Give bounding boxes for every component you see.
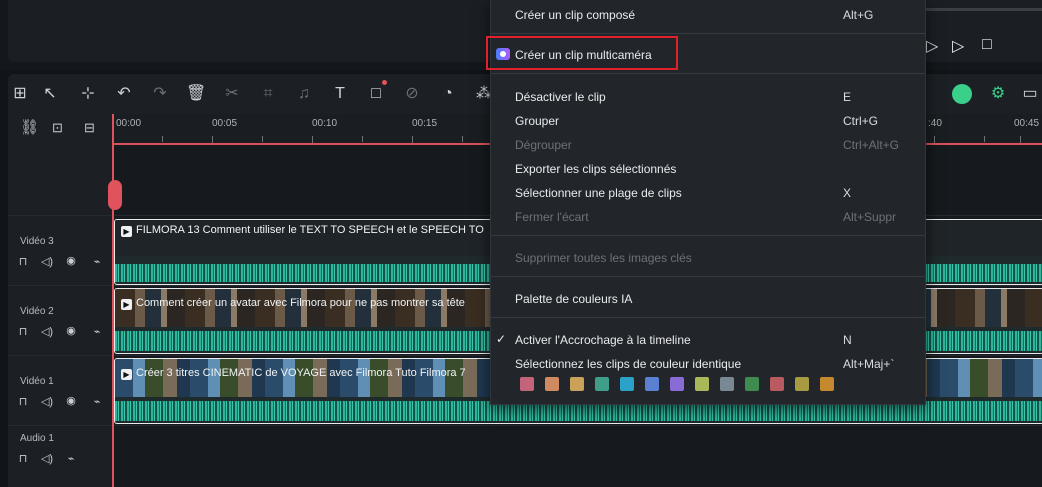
ruler-label: :40 [928,118,942,129]
color-swatch[interactable] [545,377,559,391]
notification-dot [382,80,387,85]
check-icon: ✓ [496,332,507,346]
lock-icon[interactable]: ⊓ [16,325,30,338]
redo-icon[interactable]: ↷ [150,84,170,104]
crop-icon[interactable]: ⌗ [258,84,278,104]
mute-icon[interactable]: ◁) [40,452,54,465]
ruler-label: 00:05 [212,118,238,129]
lock-icon[interactable]: ⊓ [16,452,30,465]
menu-item-disable-clip[interactable]: Désactiver le clip [515,90,606,104]
color-swatch[interactable] [820,377,834,391]
clip-title: ▶ Comment créer un avatar avec Filmora po… [121,297,465,310]
unlink-icon[interactable]: ⛓ [20,118,39,136]
shortcut: Alt+G [843,8,874,22]
speed-icon[interactable]: ◔ [438,84,458,104]
track-label-video-3: Vidéo 3 [20,236,54,247]
track-audio-1 [112,426,1042,487]
track-options-icon[interactable]: ⌁ [90,255,104,268]
menu-item-ai-palette[interactable]: Palette de couleurs IA [515,292,632,306]
track-label-video-1: Vidéo 1 [20,376,54,387]
menu-item-select-range[interactable]: Sélectionner une plage de clips [515,186,682,200]
delete-icon[interactable]: 🗑 [186,84,206,104]
text-icon[interactable]: T [330,84,350,104]
clip-title: ▶ Créer 3 titres CINEMATIC de VOYAGE avec… [121,367,466,380]
shortcut: Alt+Suppr [843,210,897,224]
menu-item-group[interactable]: Grouper [515,114,559,128]
eye-icon[interactable]: ◉ [64,394,78,407]
color-swatch[interactable] [795,377,809,391]
color-swatch[interactable] [770,377,784,391]
split-icon[interactable]: ✂ [222,84,242,104]
play-icon: ▶ [121,299,132,310]
menu-item-ungroup: Dégrouper [515,138,572,152]
play-icon[interactable]: ▷ [952,36,964,56]
add-marker-icon[interactable]: ⊹ [78,84,98,104]
shortcut: N [843,333,852,347]
track-manager-icon[interactable]: ⊟ [84,120,95,136]
menu-item-remove-keyframes: Supprimer toutes les images clés [515,251,692,265]
color-swatch[interactable] [720,377,734,391]
track-header-column [8,114,112,487]
eye-icon[interactable]: ◉ [64,254,78,267]
color-swatch[interactable] [670,377,684,391]
menu-item-select-same-color[interactable]: Sélectionnez les clips de couleur identi… [515,357,741,371]
mute-icon[interactable]: ◁) [40,325,54,338]
ruler-label: 00:10 [312,118,338,129]
mute-icon[interactable]: ◁) [40,255,54,268]
highlight-box [486,36,678,70]
mute-icon[interactable]: ◁) [40,395,54,408]
color-icon[interactable]: ⊘ [402,84,422,104]
eye-icon[interactable]: ◉ [64,324,78,337]
color-swatch[interactable] [570,377,584,391]
link-icon[interactable]: ⊡ [52,120,63,136]
shortcut: Ctrl+G [843,114,879,128]
clip-title: ▶ FILMORA 13 Comment utiliser le TEXT TO … [121,224,484,237]
menu-item-close-gap: Fermer l'écart [515,210,589,224]
lock-icon[interactable]: ⊓ [16,395,30,408]
preview-canvas [8,0,490,62]
menu-item-export-selected[interactable]: Exporter les clips sélectionnés [515,162,676,176]
shape-icon[interactable]: □ [366,84,386,104]
play-icon: ▶ [121,226,132,237]
audio-icon[interactable]: ♫ [294,84,314,104]
shortcut: X [843,186,852,200]
prev-frame-icon[interactable]: ▷ [926,36,938,56]
ruler-label: 00:45 [1014,118,1040,129]
track-label-audio-1: Audio 1 [20,433,54,444]
color-swatch[interactable] [695,377,709,391]
track-options-icon[interactable]: ⌁ [90,325,104,338]
playhead-handle[interactable] [108,180,122,210]
menu-item-snapping[interactable]: Activer l'Accrochage à la timeline [515,333,691,347]
select-tool-icon[interactable]: ↖ [40,84,60,104]
render-icon[interactable]: ▭ [1020,84,1040,104]
ruler-label: 00:15 [412,118,438,129]
track-options-icon[interactable]: ⌁ [64,452,78,465]
menu-item-compound-clip[interactable]: Créer un clip composé [515,8,635,22]
ai-assistant-icon[interactable] [952,84,972,104]
playback-scrubber[interactable] [924,8,1042,11]
shortcut: E [843,90,852,104]
track-label-video-2: Vidéo 2 [20,306,54,317]
layout-icon[interactable]: ⊞ [10,84,30,104]
shortcut: Ctrl+Alt+G [843,138,900,152]
track-options-icon[interactable]: ⌁ [90,395,104,408]
lock-icon[interactable]: ⊓ [16,255,30,268]
color-swatch[interactable] [520,377,534,391]
playhead[interactable] [112,114,114,487]
shortcut: Alt+Maj+` [843,357,895,371]
undo-icon[interactable]: ↶ [114,84,134,104]
ruler-label: 00:00 [116,118,142,129]
color-swatch[interactable] [645,377,659,391]
stop-icon[interactable]: □ [982,36,992,54]
play-icon: ▶ [121,369,132,380]
color-swatch[interactable] [595,377,609,391]
color-swatch[interactable] [745,377,759,391]
ai-effect-icon[interactable]: ⚙ [988,84,1008,104]
color-swatch[interactable] [620,377,634,391]
